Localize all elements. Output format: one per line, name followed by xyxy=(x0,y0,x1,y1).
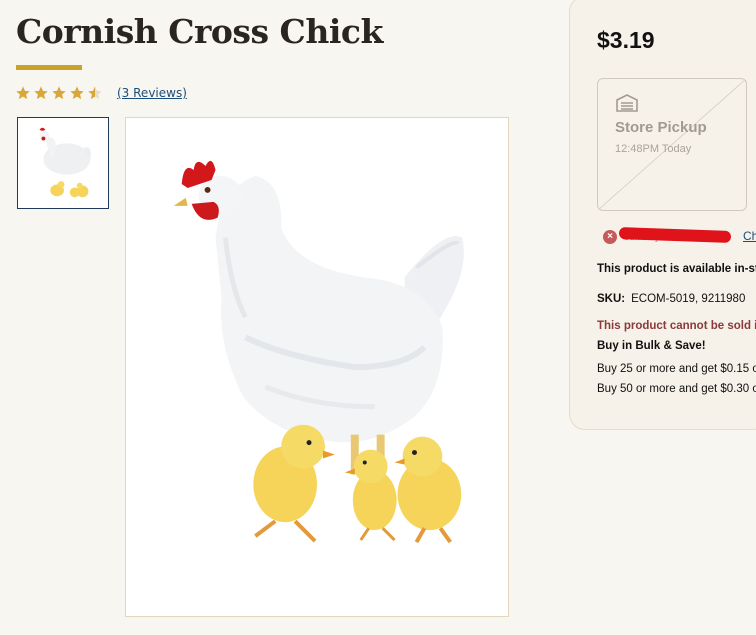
change-store-link[interactable]: Ch xyxy=(743,229,756,243)
star-half-icon xyxy=(88,86,102,100)
close-circle-icon: × xyxy=(603,230,617,244)
product-main-image[interactable] xyxy=(125,117,509,617)
store-pickup-option[interactable]: Store Pickup 12:48PM Today xyxy=(597,78,747,211)
store-pickup-time: 12:48PM Today xyxy=(615,143,692,155)
title-underline xyxy=(16,65,82,70)
sku-value: ECOM-5019, 9211980 xyxy=(631,293,746,305)
rating-row: (3 Reviews) xyxy=(15,85,187,101)
star-icon xyxy=(16,86,30,100)
availability-text: This product is available in-sto xyxy=(597,263,756,275)
hen-with-chicks-thumbnail-image xyxy=(18,118,108,208)
sku-label: SKU: xyxy=(597,293,626,305)
star-rating[interactable] xyxy=(15,85,103,101)
sku-row: SKU: ECOM-5019, 9211980 xyxy=(597,293,745,305)
bulk-savings-title: Buy in Bulk & Save! xyxy=(597,340,706,352)
star-icon xyxy=(34,86,48,100)
store-pickup-label: Store Pickup xyxy=(615,119,707,136)
stock-status-row: × Currently Out of Stock at Ch xyxy=(603,227,756,247)
star-icon xyxy=(52,86,66,100)
purchase-panel: $3.19 Store Pickup 12:48PM Today × Curre… xyxy=(569,0,756,430)
product-page: Cornish Cross Chick (3 Reviews) $3.19 St… xyxy=(0,0,756,635)
sale-restriction-text: This product cannot be sold in xyxy=(597,320,756,332)
hen-with-chicks-image xyxy=(126,118,508,616)
product-thumbnail[interactable] xyxy=(17,117,109,209)
store-icon xyxy=(616,94,638,112)
bulk-offer-item: Buy 50 or more and get $0.30 o xyxy=(597,383,756,395)
product-price: $3.19 xyxy=(597,27,655,53)
star-icon xyxy=(70,86,84,100)
bulk-offer-item: Buy 25 or more and get $0.15 o xyxy=(597,363,756,375)
reviews-link[interactable]: (3 Reviews) xyxy=(117,85,187,101)
product-title: Cornish Cross Chick xyxy=(16,12,383,51)
